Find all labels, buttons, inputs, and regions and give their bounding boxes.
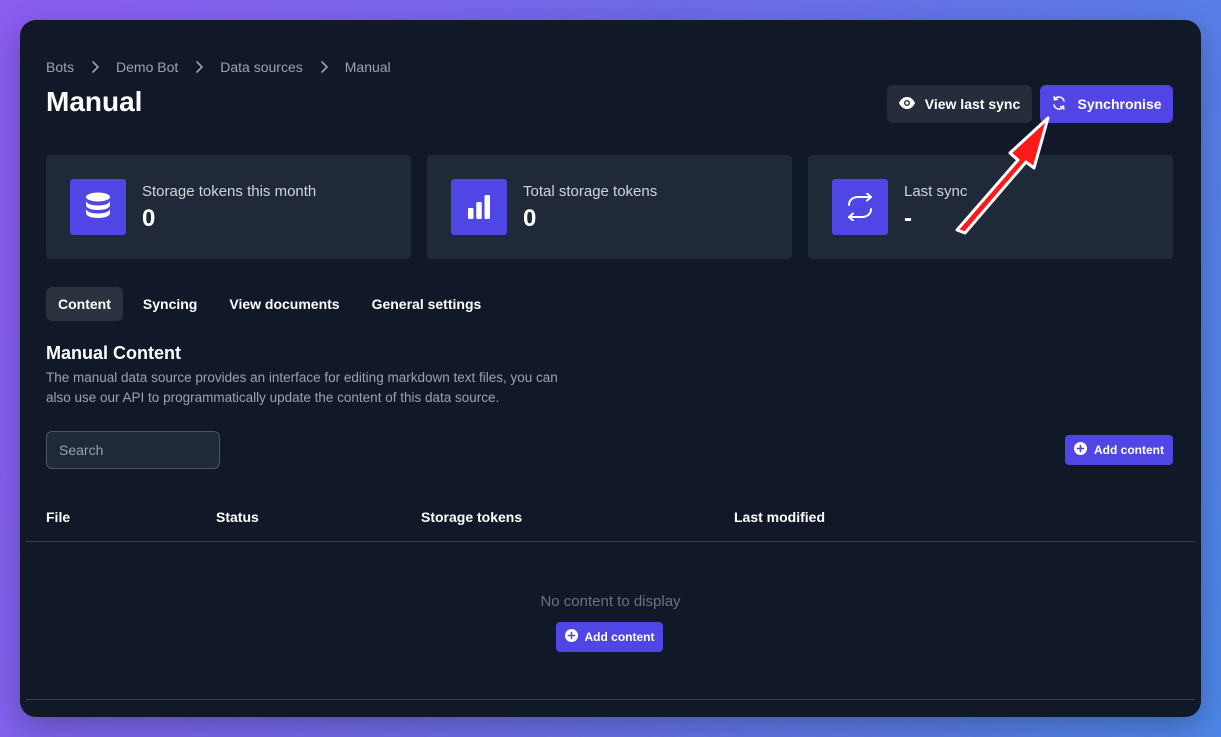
bar-chart-icon (451, 179, 507, 235)
stat-value: 0 (523, 205, 537, 232)
eye-icon (898, 96, 915, 112)
breadcrumb-item-bots[interactable]: Bots (46, 59, 74, 75)
breadcrumb-item-demo-bot[interactable]: Demo Bot (116, 59, 178, 75)
column-header-last-modified[interactable]: Last modified (734, 509, 825, 525)
column-header-status[interactable]: Status (216, 509, 259, 525)
section-description: The manual data source provides an inter… (46, 370, 558, 405)
sync-icon (832, 179, 888, 235)
stat-value: 0 (142, 205, 156, 232)
search-input[interactable] (46, 431, 220, 469)
synchronise-label: Synchronise (1077, 96, 1162, 112)
chevron-right-icon (90, 59, 100, 75)
chevron-right-icon (319, 59, 329, 75)
section-title: Manual Content (46, 343, 181, 363)
tab-bar: Content Syncing View documents General s… (46, 287, 493, 321)
stat-label: Storage tokens this month (142, 183, 317, 200)
plus-circle-icon (564, 629, 578, 645)
divider (26, 699, 1195, 700)
tab-view-documents[interactable]: View documents (217, 287, 351, 321)
chevron-right-icon (194, 59, 204, 75)
page-title: Manual (46, 86, 143, 117)
annotation-arrow-icon (955, 116, 1050, 235)
database-icon (70, 179, 126, 235)
add-content-label: Add content (584, 630, 655, 644)
tab-syncing[interactable]: Syncing (131, 287, 209, 321)
table-header: File Status Storage tokens Last modified (26, 500, 1195, 542)
breadcrumb-item-manual[interactable]: Manual (345, 59, 391, 75)
plus-circle-icon (1074, 442, 1087, 458)
add-content-label: Add content (1094, 443, 1164, 457)
stat-label: Total storage tokens (523, 183, 658, 200)
add-content-button[interactable]: Add content (1065, 435, 1173, 465)
breadcrumb-item-data-sources[interactable]: Data sources (220, 59, 302, 75)
breadcrumb: Bots Demo Bot Data sources Manual (46, 59, 391, 75)
add-content-empty-button[interactable]: Add content (556, 622, 663, 652)
empty-state-text: No content to display (540, 593, 681, 610)
tab-general-settings[interactable]: General settings (360, 287, 494, 321)
column-header-storage-tokens[interactable]: Storage tokens (421, 509, 522, 525)
stat-card-total-storage-tokens: Total storage tokens 0 (427, 155, 792, 259)
stat-value: - (904, 205, 912, 232)
stat-card-storage-tokens-month: Storage tokens this month 0 (46, 155, 411, 259)
tab-content[interactable]: Content (46, 287, 123, 321)
column-header-file[interactable]: File (46, 509, 70, 525)
